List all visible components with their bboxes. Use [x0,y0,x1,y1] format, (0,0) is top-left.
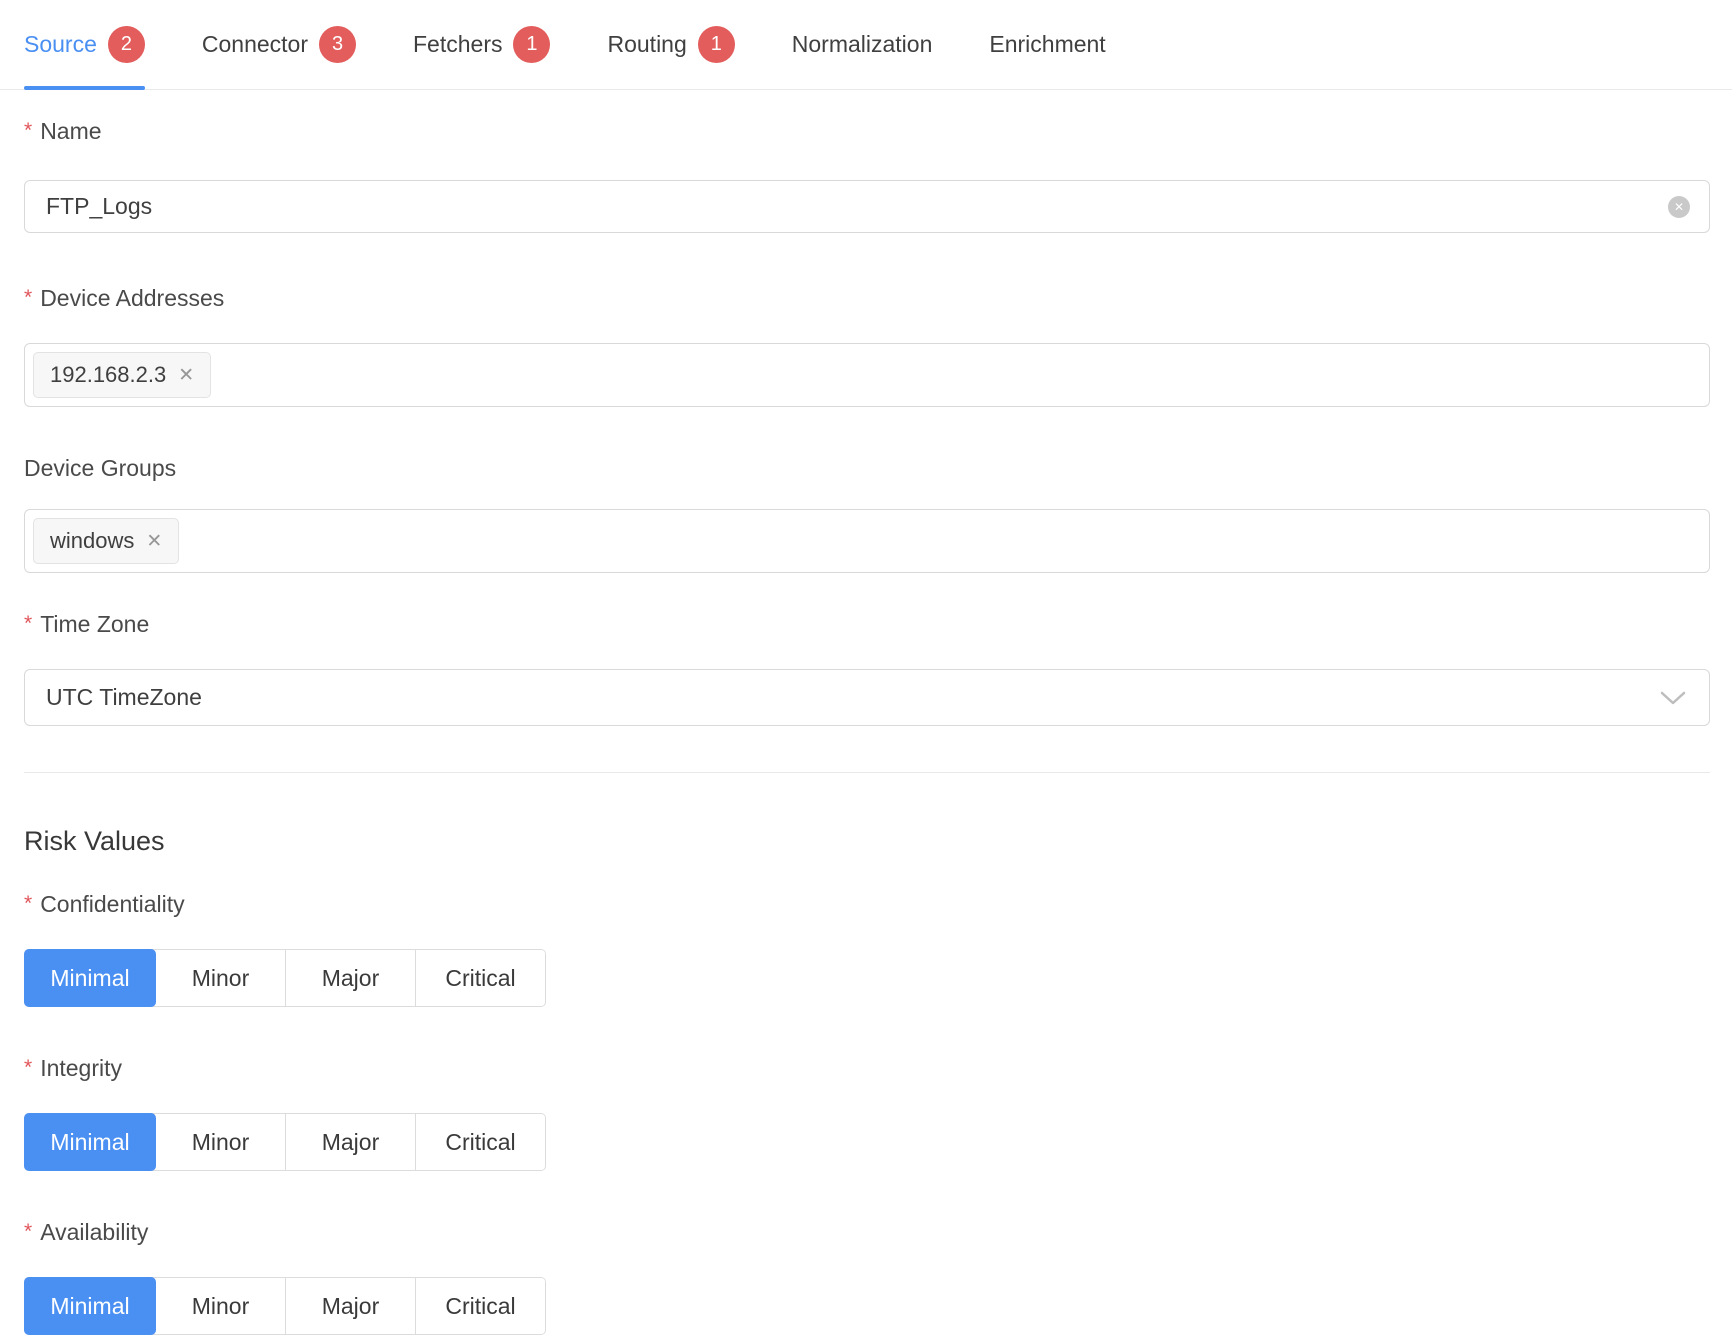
required-asterisk: * [24,1053,32,1083]
required-asterisk: * [24,283,32,313]
confidentiality-option-critical[interactable]: Critical [415,950,545,1006]
device-address-tag-text: 192.168.2.3 [50,362,166,388]
tab-enrichment-label: Enrichment [989,31,1105,58]
form-content: * Name ✕ * Device Addresses 192.168.2.3 … [0,116,1732,1335]
integrity-label-text: Integrity [40,1053,122,1083]
tab-connector-badge: 3 [319,26,356,63]
tab-normalization-label: Normalization [792,31,933,58]
availability-segmented-control: Minimal Minor Major Critical [24,1277,546,1335]
device-addresses-input[interactable]: 192.168.2.3 ✕ [24,343,1710,407]
required-asterisk: * [24,609,32,639]
tab-enrichment[interactable]: Enrichment [989,0,1105,89]
tab-source-badge: 2 [108,26,145,63]
confidentiality-option-minor[interactable]: Minor [156,950,285,1006]
tab-fetchers-badge: 1 [513,26,550,63]
availability-option-major[interactable]: Major [285,1278,415,1334]
confidentiality-option-minimal[interactable]: Minimal [24,949,156,1007]
tab-source[interactable]: Source 2 [24,0,145,89]
risk-values-heading: Risk Values [24,823,1708,859]
tab-source-label: Source [24,31,97,58]
confidentiality-segmented-control: Minimal Minor Major Critical [24,949,546,1007]
confidentiality-option-major[interactable]: Major [285,950,415,1006]
tab-routing-label: Routing [607,31,686,58]
availability-label: * Availability [24,1217,1708,1249]
availability-option-critical[interactable]: Critical [415,1278,545,1334]
tab-connector-label: Connector [202,31,308,58]
availability-label-text: Availability [40,1217,148,1247]
time-zone-select[interactable]: UTC TimeZone [24,669,1710,726]
confidentiality-label: * Confidentiality [24,889,1708,921]
tab-routing[interactable]: Routing 1 [607,0,734,89]
tab-normalization[interactable]: Normalization [792,0,933,89]
integrity-option-minimal[interactable]: Minimal [24,1113,156,1171]
clear-x-glyph: ✕ [1674,201,1684,213]
integrity-label: * Integrity [24,1053,1708,1085]
clear-icon[interactable]: ✕ [1668,196,1690,218]
name-label: * Name [24,116,1708,148]
section-divider [24,772,1710,773]
required-asterisk: * [24,889,32,919]
device-group-tag-text: windows [50,528,134,554]
integrity-option-major[interactable]: Major [285,1114,415,1170]
required-asterisk: * [24,1217,32,1247]
name-input[interactable] [24,180,1710,233]
device-groups-input[interactable]: windows ✕ [24,509,1710,573]
tab-fetchers[interactable]: Fetchers 1 [413,0,550,89]
integrity-option-critical[interactable]: Critical [415,1114,545,1170]
tag-remove-icon[interactable]: ✕ [178,366,194,385]
device-addresses-label: * Device Addresses [24,283,1708,315]
availability-option-minor[interactable]: Minor [156,1278,285,1334]
device-address-tag: 192.168.2.3 ✕ [33,352,211,398]
time-zone-label-text: Time Zone [40,609,149,639]
device-groups-label: Device Groups [24,453,1708,483]
tab-bar: Source 2 Connector 3 Fetchers 1 Routing … [0,0,1732,90]
name-input-wrap: ✕ [24,180,1710,233]
chevron-down-icon [1659,690,1687,706]
confidentiality-label-text: Confidentiality [40,889,184,919]
tab-routing-badge: 1 [698,26,735,63]
tab-connector[interactable]: Connector 3 [202,0,356,89]
tab-fetchers-label: Fetchers [413,31,502,58]
name-label-text: Name [40,116,101,146]
time-zone-value: UTC TimeZone [46,684,202,711]
availability-option-minimal[interactable]: Minimal [24,1277,156,1335]
tag-remove-icon[interactable]: ✕ [146,532,162,551]
integrity-segmented-control: Minimal Minor Major Critical [24,1113,546,1171]
device-groups-label-text: Device Groups [24,453,176,483]
device-group-tag: windows ✕ [33,518,179,564]
required-asterisk: * [24,116,32,146]
integrity-option-minor[interactable]: Minor [156,1114,285,1170]
source-config-page: Source 2 Connector 3 Fetchers 1 Routing … [0,0,1732,1320]
time-zone-label: * Time Zone [24,609,1708,641]
device-addresses-label-text: Device Addresses [40,283,224,313]
